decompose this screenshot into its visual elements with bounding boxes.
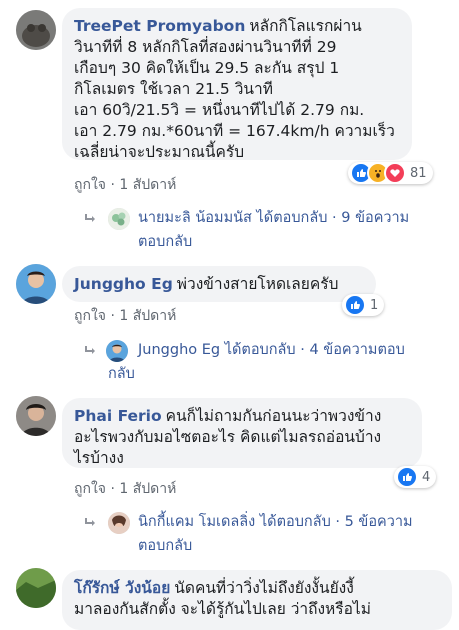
comment-text-line: ไรบ้างง: [74, 449, 124, 467]
replies-link-cont[interactable]: ตอบกลับ: [138, 232, 192, 253]
separator-dot: ·: [110, 177, 115, 193]
timestamp[interactable]: 1 สัปดาห์: [119, 177, 176, 193]
reaction-summary[interactable]: 81: [348, 162, 433, 184]
reply-arrow-icon: [85, 214, 95, 222]
like-link[interactable]: ถูกใจ: [74, 177, 106, 193]
comment-bubble: โก๊รักษ์ วังน้อย นัดคนที่ว่าวิ่งไม่ถึงยัง…: [62, 570, 452, 630]
replies-text[interactable]: Junggho Eg ได้ตอบกลับ · 4 ข้อความตอบ: [138, 342, 405, 358]
comment-bubble: Phai Ferio คนก็ไม่ถามกันก่อนนะว่าพวงข้าง …: [62, 398, 422, 468]
comment-text-line: หลักกิโลแรกผ่าน: [249, 17, 362, 35]
reaction-count: 81: [410, 165, 427, 181]
avatar[interactable]: [16, 396, 56, 436]
avatar[interactable]: [16, 10, 56, 50]
reply-arrow-icon: [85, 518, 95, 526]
replies-link[interactable]: นายมะลิ น้อมมนัส ได้ตอบกลับ · 9 ข้อความ: [138, 208, 409, 229]
comment-text-line: เกือบๆ 30 คิดให้เป็น 29.5 ละกัน สรุป 1: [74, 59, 340, 77]
separator-dot: ·: [110, 308, 115, 324]
like-reaction-icon: [396, 466, 418, 488]
replies-link[interactable]: Junggho Eg ได้ตอบกลับ · 4 ข้อความตอบ: [138, 340, 405, 361]
comment-text-line: เอา 60วิ/21.5วิ = หนึ่งนาทีไปได้ 2.79 กม…: [74, 101, 365, 119]
comment-text-line: คนก็ไม่ถามกันก่อนนะว่าพวงข้าง: [165, 407, 382, 425]
avatar[interactable]: [16, 568, 56, 608]
comment-author[interactable]: โก๊รักษ์ วังน้อย: [74, 579, 170, 597]
comment-text-line: เฉลี่ยน่าจะประมาณนี้ครับ: [74, 143, 245, 161]
reply-arrow-icon: [85, 346, 95, 354]
comment-actions: ถูกใจ · 1 สัปดาห์: [74, 478, 176, 500]
avatar[interactable]: [16, 264, 56, 304]
reply-avatar[interactable]: [106, 340, 128, 362]
timestamp[interactable]: 1 สัปดาห์: [119, 308, 176, 324]
reaction-count: 1: [370, 297, 379, 313]
separator-dot: ·: [110, 481, 115, 497]
like-reaction-icon: [344, 294, 366, 316]
comment-actions: ถูกใจ · 1 สัปดาห์: [74, 174, 176, 196]
replies-link-cont[interactable]: กลับ: [108, 364, 135, 385]
reaction-count: 4: [422, 469, 431, 485]
reply-avatar[interactable]: [108, 208, 130, 230]
comment-text-line: มาลองกันสักตั้ง จะได้รู้กันไปเลย ว่าถึงห…: [74, 600, 371, 618]
reply-avatar[interactable]: [108, 512, 130, 534]
comment-text-line: พ่วงข้างสายโหดเลยครับ: [176, 275, 339, 293]
like-link[interactable]: ถูกใจ: [74, 308, 106, 324]
replies-link[interactable]: นิกกี้แคม โมเดลลิ่ง ได้ตอบกลับ · 5 ข้อคว…: [138, 512, 413, 533]
comment-text-line: อะไรพวงกับมอไซตอะไร คิดแต่ไมลรถอ่อนบ้าง: [74, 428, 382, 446]
comment-author[interactable]: TreePet Promyabon: [74, 17, 245, 35]
comment-actions: ถูกใจ · 1 สัปดาห์: [74, 305, 176, 327]
replies-text[interactable]: นายมะลิ น้อมมนัส ได้ตอบกลับ · 9 ข้อความ: [138, 210, 409, 226]
comment-author[interactable]: Phai Ferio: [74, 407, 162, 425]
reaction-summary[interactable]: 1: [342, 294, 385, 316]
replies-link-cont[interactable]: ตอบกลับ: [138, 536, 192, 557]
love-reaction-icon: [384, 162, 406, 184]
replies-text[interactable]: นิกกี้แคม โมเดลลิ่ง ได้ตอบกลับ · 5 ข้อคว…: [138, 514, 413, 530]
comment-text-line: กิโลเมตร ใช้เวลา 21.5 วินาที: [74, 80, 273, 98]
like-link[interactable]: ถูกใจ: [74, 481, 106, 497]
replies-text[interactable]: ตอบกลับ: [138, 538, 192, 554]
reaction-summary[interactable]: 4: [394, 466, 437, 488]
comment-text-line: นัดคนที่ว่าวิ่งไม่ถึงยังงั้นยังงี้: [174, 579, 354, 597]
comment-text-line: วินาทีที่ 8 หลักกิโลที่สองผ่านวินาทีที่ …: [74, 38, 337, 56]
replies-text[interactable]: กลับ: [108, 366, 135, 382]
replies-text[interactable]: ตอบกลับ: [138, 234, 192, 250]
comment-text-line: เอา 2.79 กม.*60นาที = 167.4km/h ความเร็ว: [74, 122, 395, 140]
comment-bubble: Junggho Eg พ่วงข้างสายโหดเลยครับ: [62, 266, 376, 302]
comment-author[interactable]: Junggho Eg: [74, 275, 173, 293]
timestamp[interactable]: 1 สัปดาห์: [119, 481, 176, 497]
comment-bubble: TreePet Promyabon หลักกิโลแรกผ่าน วินาทีท…: [62, 8, 412, 161]
